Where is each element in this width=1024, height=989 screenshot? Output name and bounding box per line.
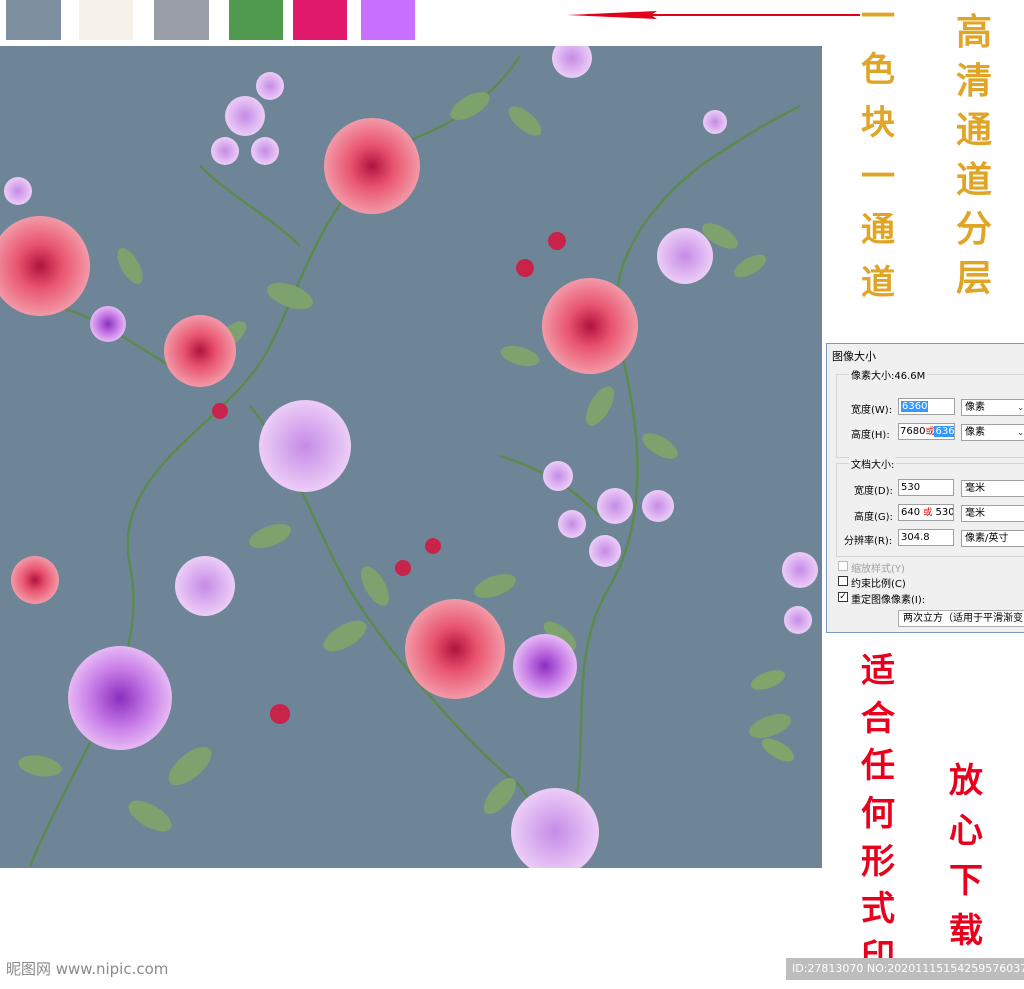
site-watermark: 昵图网 www.nipic.com — [6, 960, 169, 978]
swatch-slate-blue — [6, 0, 61, 40]
height-unit-value: 像素 — [965, 427, 985, 438]
doc-height-unit-select[interactable]: 毫米 — [961, 505, 1024, 522]
height-unit-select[interactable]: 像素 ⌄ — [961, 424, 1024, 441]
swatch-magenta — [293, 0, 347, 40]
pixel-size-label: 像素大小:46.6M — [849, 367, 928, 382]
resolution-label: 分辨率(R): — [844, 536, 893, 547]
caption-char: 清 — [955, 60, 992, 103]
dialog-title: 图像大小 — [832, 350, 876, 363]
swatch-green — [229, 0, 283, 40]
height-value-old: 7680 — [900, 426, 926, 437]
resample-checkbox[interactable]: ✓ — [838, 592, 848, 602]
caption-char: 任 — [861, 746, 895, 787]
caption-suitable-any-print: 适合任何形式印 — [856, 654, 900, 974]
width-label: 宽度(W): — [851, 405, 893, 416]
width-unit-select[interactable]: 像素 ⌄ — [961, 399, 1024, 416]
resolution-value: 304.8 — [901, 532, 930, 543]
constrain-proportions-label: 约束比例(C) — [851, 579, 906, 590]
doc-width-unit-value: 毫米 — [965, 483, 985, 494]
caption-char: 放 — [949, 761, 983, 801]
caption-char: 合 — [861, 698, 895, 739]
doc-width-unit-select[interactable]: 毫米 — [961, 480, 1024, 497]
pixel-dimensions-group: 像素大小:46.6M — [836, 367, 1024, 458]
caption-char: 道 — [955, 158, 992, 201]
swatch-lavender — [361, 0, 415, 40]
caption-char: 道 — [861, 262, 895, 303]
caption-char: 载 — [949, 911, 983, 951]
swatch-gray — [154, 0, 209, 40]
resample-label: 重定图像像素(I): — [851, 595, 926, 606]
height-value-new: 6360 — [934, 426, 954, 437]
floral-pattern-edge — [750, 552, 818, 762]
scale-styles-checkbox[interactable] — [838, 561, 848, 571]
swatch-cream — [79, 0, 133, 40]
floral-pattern-image — [0, 46, 822, 868]
width-unit-value: 像素 — [965, 402, 985, 413]
caption-char: 式 — [861, 889, 895, 930]
doc-height-input[interactable]: 640 或 530 — [898, 504, 954, 521]
caption-char: 通 — [861, 209, 895, 250]
doc-width-input[interactable]: 530 — [898, 479, 954, 496]
resample-method-select[interactable]: 两次立方（适用于平滑渐变 — [898, 610, 1024, 627]
caption-char: 块 — [861, 103, 895, 144]
doc-height-unit-value: 毫米 — [965, 508, 985, 519]
caption-char: 下 — [949, 861, 983, 901]
resolution-unit-select[interactable]: 像素/英寸 — [961, 530, 1024, 547]
arrow-left-icon — [567, 11, 860, 19]
caption-char: 通 — [955, 109, 992, 152]
doc-height-label: 高度(G): — [854, 512, 893, 523]
caption-char: 高 — [955, 11, 992, 53]
caption-char: 色 — [861, 50, 895, 91]
scale-styles-label: 缩放样式(Y) — [851, 564, 905, 575]
caption-char: 形 — [861, 841, 895, 882]
height-input[interactable]: 7680或6360 — [898, 423, 955, 440]
chevron-down-icon: ⌄ — [1017, 428, 1024, 437]
doc-size-label: 文档大小: — [849, 456, 897, 471]
resolution-input[interactable]: 304.8 — [898, 529, 954, 546]
caption-hd-channel-layers: 高清通道分层 — [950, 14, 998, 296]
doc-width-value: 530 — [901, 482, 921, 493]
caption-char: 一 — [861, 0, 895, 37]
doc-height-alt-value: 530 — [935, 507, 954, 518]
id-watermark: ID:27813070 NO:20201115154259576037 — [786, 958, 1024, 980]
doc-height-or-text: 或 — [923, 508, 933, 518]
caption-char: 分 — [955, 207, 992, 250]
image-size-dialog: 图像大小 像素大小:46.6M 宽度(W): 6360 像素 ⌄ 高度(H): … — [826, 343, 1024, 633]
width-value: 6360 — [901, 401, 929, 412]
constrain-proportions-checkbox[interactable] — [838, 576, 848, 586]
caption-one-swatch-one-channel: 一色块一通道 — [856, 0, 900, 300]
caption-char: 适 — [861, 651, 895, 691]
chevron-down-icon: ⌄ — [1017, 403, 1024, 412]
caption-download-safely: 放心下载 — [944, 764, 988, 948]
caption-char: 一 — [861, 156, 895, 197]
doc-height-value: 640 — [901, 507, 921, 518]
resample-method-value: 两次立方（适用于平滑渐变 — [903, 613, 1023, 624]
width-input[interactable]: 6360 — [898, 398, 955, 415]
height-label: 高度(H): — [851, 430, 890, 441]
caption-char: 心 — [949, 811, 983, 851]
caption-char: 何 — [861, 793, 895, 834]
resolution-unit-value: 像素/英寸 — [965, 533, 1009, 544]
caption-char: 层 — [955, 256, 992, 299]
doc-width-label: 宽度(D): — [854, 486, 893, 497]
